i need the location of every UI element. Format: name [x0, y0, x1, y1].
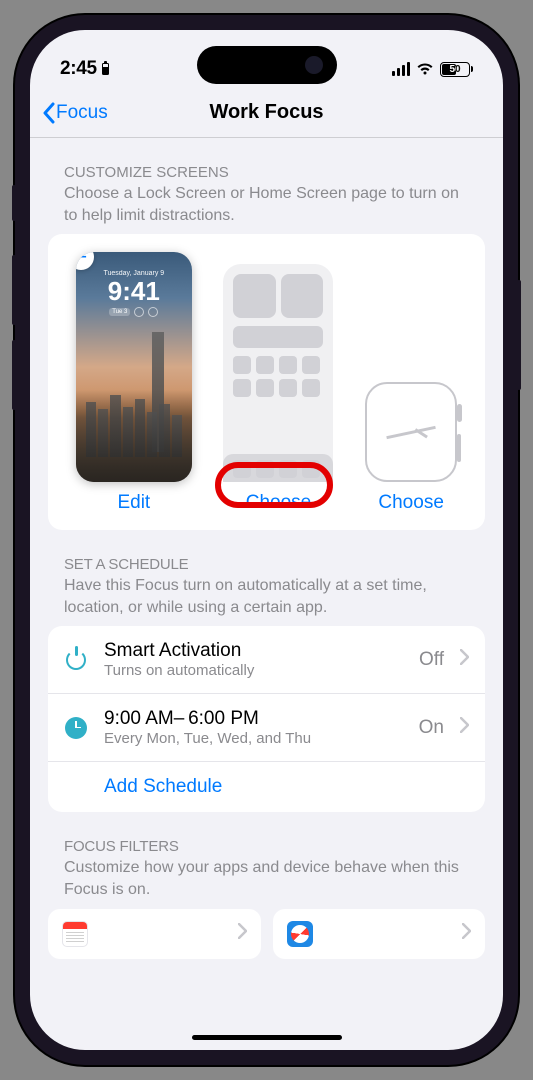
nav-bar: Focus Work Focus	[30, 88, 503, 138]
schedule-header: Set a Schedule	[48, 556, 485, 573]
battery-small-icon	[102, 63, 109, 75]
screens-card: − Tuesday, January 9 9:41 Tue 3 E	[48, 234, 485, 530]
lock-widgets: Tue 3	[76, 307, 192, 317]
power-icon	[66, 650, 86, 670]
content-scroll[interactable]: Customize Screens Choose a Lock Screen o…	[30, 138, 503, 1050]
choose-home-screen-button[interactable]: Choose	[246, 492, 312, 514]
dynamic-island	[197, 46, 337, 84]
schedule-section: Set a Schedule Have this Focus turn on a…	[48, 556, 485, 812]
smart-activation-row[interactable]: Smart Activation Turns on automatically …	[48, 626, 485, 694]
phone-frame: 2:45 50 Focus Work Focus	[15, 15, 518, 1065]
row-title: Smart Activation	[104, 640, 403, 662]
schedule-desc: Have this Focus turn on automatically at…	[48, 573, 485, 626]
signal-icon	[392, 62, 411, 76]
chevron-right-icon	[238, 923, 247, 944]
schedule-card: Smart Activation Turns on automatically …	[48, 626, 485, 812]
row-value: On	[419, 717, 444, 739]
back-button[interactable]: Focus	[42, 102, 108, 124]
row-value: Off	[419, 649, 444, 671]
lock-date: Tuesday, January 9	[76, 270, 192, 277]
row-sub: Every Mon, Tue, Wed, and Thu	[104, 730, 403, 747]
battery-icon: 50	[440, 62, 473, 77]
home-screen-option: Choose	[223, 264, 333, 514]
wifi-icon	[416, 62, 434, 76]
customize-desc: Choose a Lock Screen or Home Screen page…	[48, 181, 485, 234]
lock-screen-option: − Tuesday, January 9 9:41 Tue 3 E	[76, 252, 192, 514]
safari-filter-card[interactable]	[273, 909, 486, 959]
customize-section: Customize Screens Choose a Lock Screen o…	[48, 164, 485, 530]
home-indicator[interactable]	[192, 1035, 342, 1040]
customize-header: Customize Screens	[48, 164, 485, 181]
add-schedule-row[interactable]: Add Schedule	[48, 762, 485, 812]
home-screen-preview[interactable]	[223, 264, 333, 482]
calendar-icon	[62, 921, 88, 947]
edit-lock-screen-button[interactable]: Edit	[117, 492, 150, 514]
chevron-right-icon	[460, 649, 469, 670]
safari-icon	[287, 921, 313, 947]
chevron-right-icon	[462, 923, 471, 944]
choose-watch-button[interactable]: Choose	[378, 492, 444, 514]
side-button-power	[517, 280, 521, 390]
time-schedule-row[interactable]: 9:00 AM– 6:00 PM Every Mon, Tue, Wed, an…	[48, 694, 485, 762]
row-sub: Turns on automatically	[104, 662, 403, 679]
side-button-volume-up	[12, 255, 16, 325]
filters-section: Focus Filters Customize how your apps an…	[48, 838, 485, 970]
add-schedule-label: Add Schedule	[104, 776, 469, 798]
clock-icon	[65, 717, 87, 739]
filters-desc: Customize how your apps and device behav…	[48, 855, 485, 908]
chevron-left-icon	[42, 102, 56, 124]
side-button-volume-down	[12, 340, 16, 410]
watch-preview[interactable]	[365, 382, 457, 482]
lock-time: 9:41	[76, 278, 192, 304]
filters-header: Focus Filters	[48, 838, 485, 855]
status-right: 50	[392, 62, 474, 77]
side-button-silence	[12, 185, 16, 221]
watch-option: Choose	[365, 382, 457, 514]
chevron-right-icon	[460, 717, 469, 738]
lock-screen-preview[interactable]: − Tuesday, January 9 9:41 Tue 3	[76, 252, 192, 482]
row-title: 9:00 AM– 6:00 PM	[104, 708, 403, 730]
back-label: Focus	[56, 102, 108, 124]
status-time: 2:45	[60, 58, 109, 80]
page-title: Work Focus	[209, 101, 323, 124]
screen: 2:45 50 Focus Work Focus	[30, 30, 503, 1050]
calendar-filter-card[interactable]	[48, 909, 261, 959]
